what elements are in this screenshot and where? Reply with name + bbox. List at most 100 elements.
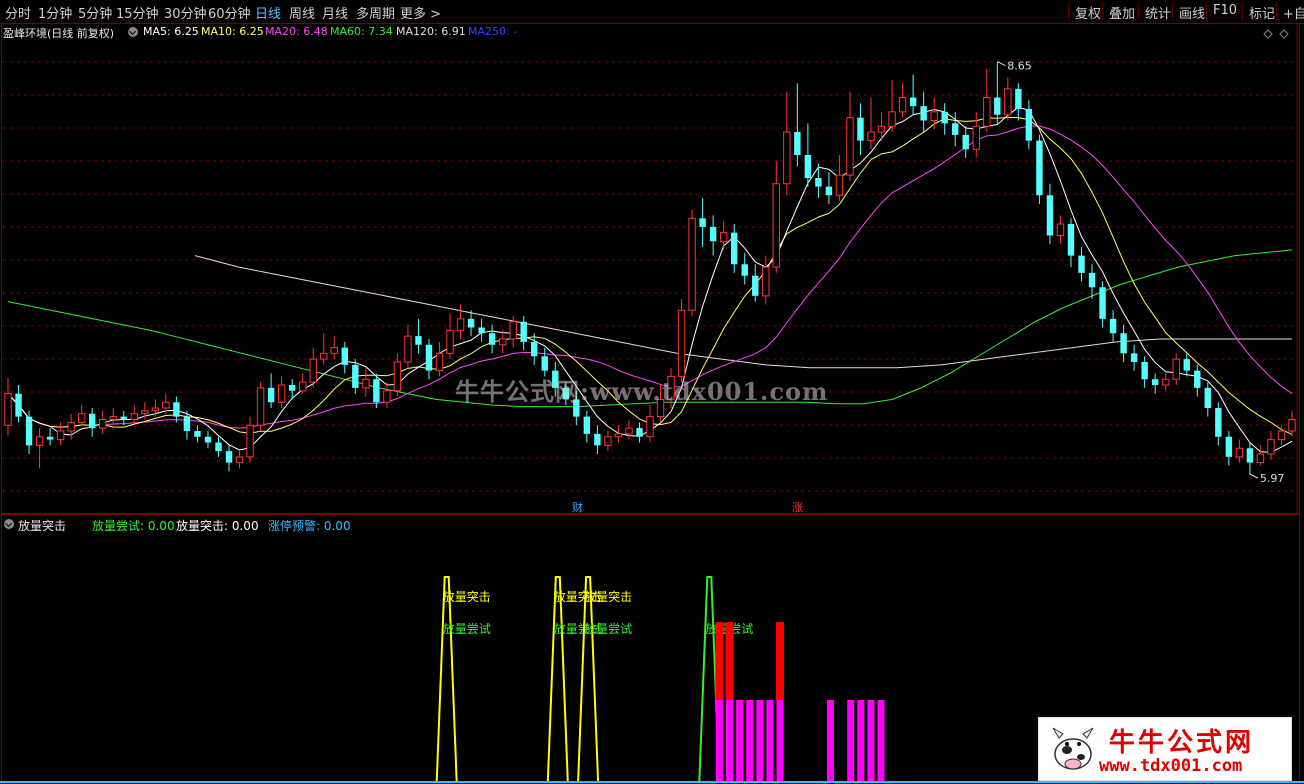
- candle-body: [1088, 272, 1096, 288]
- candle-body: [456, 318, 465, 331]
- candle: [204, 431, 212, 449]
- indicator-title: 放量突击: [18, 519, 67, 533]
- candle-body: [741, 264, 748, 276]
- volume-magenta-bar: [877, 700, 885, 782]
- changshi-spike: [698, 576, 721, 783]
- candle: [1256, 445, 1265, 466]
- candle-body: [498, 338, 507, 346]
- candle-body: [614, 433, 623, 438]
- candle: [1141, 356, 1148, 388]
- candle: [330, 336, 338, 360]
- tuji-label: 放量突击: [443, 589, 491, 604]
- candle: [277, 376, 286, 408]
- candle: [425, 339, 433, 380]
- candle-body: [1267, 439, 1275, 455]
- indicator-toggle-icon[interactable]: [4, 519, 14, 529]
- candle: [835, 155, 844, 201]
- candle-body: [1256, 453, 1265, 464]
- candle: [614, 425, 623, 443]
- candle: [215, 436, 222, 457]
- candle-body: [730, 232, 738, 265]
- candle-body: [625, 427, 633, 435]
- candle-body: [435, 352, 444, 372]
- candle: [741, 252, 748, 285]
- candle-body: [898, 97, 907, 113]
- candle: [1246, 442, 1254, 475]
- volume-magenta-bar: [736, 700, 744, 782]
- candle-body: [920, 106, 927, 121]
- candle: [1036, 134, 1043, 204]
- candle-body: [804, 155, 812, 178]
- candle-body: [341, 347, 348, 365]
- candle-body: [583, 416, 591, 434]
- low-pointer: [1249, 473, 1259, 479]
- candle: [46, 428, 54, 446]
- candle: [1130, 344, 1138, 371]
- candle-body: [952, 123, 959, 135]
- candle-body: [1067, 224, 1075, 256]
- candle-body: [688, 217, 696, 311]
- candle: [1183, 353, 1190, 377]
- candle: [1225, 431, 1233, 466]
- candle-body: [162, 401, 170, 409]
- candle: [194, 425, 201, 443]
- volume-magenta-bar: [726, 700, 733, 782]
- candle-body: [1183, 359, 1190, 371]
- candle: [709, 215, 717, 256]
- candle-body: [25, 416, 33, 446]
- volume-magenta-bar: [857, 700, 865, 782]
- volume-magenta-bar: [847, 700, 855, 782]
- candle: [478, 318, 485, 342]
- candle-body: [783, 131, 791, 185]
- candle-body: [373, 379, 380, 403]
- candle: [99, 410, 107, 434]
- candle: [752, 264, 759, 302]
- candle-body: [415, 336, 422, 345]
- candle-body: [67, 421, 75, 432]
- candle-body: [699, 218, 706, 227]
- candle: [583, 410, 591, 443]
- candle: [15, 385, 22, 423]
- candle: [930, 97, 938, 130]
- candle: [1004, 77, 1012, 121]
- candle: [867, 97, 875, 150]
- diamond-icon: [1263, 29, 1273, 39]
- candle-body: [1036, 140, 1043, 196]
- candle: [719, 221, 728, 250]
- candle-body: [425, 344, 433, 371]
- candle-body: [909, 97, 917, 107]
- candle-body: [520, 321, 527, 342]
- changshi-label: 放量尝试: [584, 621, 632, 636]
- tuji-label: 放量突击: [554, 589, 602, 604]
- candle-body: [256, 387, 265, 426]
- candle: [488, 324, 496, 354]
- candle-body: [478, 327, 485, 334]
- candle-body: [1172, 358, 1180, 380]
- candle-body: [594, 433, 601, 446]
- candle-body: [1225, 436, 1233, 457]
- candle: [130, 405, 138, 423]
- candle-body: [867, 131, 875, 142]
- candle: [783, 91, 791, 196]
- candle: [404, 324, 412, 368]
- candle-body: [404, 335, 412, 363]
- candle: [898, 83, 907, 118]
- indicator-legend-1: 放量突击: 0.00: [176, 519, 259, 533]
- candle: [56, 422, 65, 446]
- candlestick-chart[interactable]: 8.65 5.97 财 涨: [0, 0, 1304, 514]
- candle: [383, 382, 391, 408]
- candle: [1046, 183, 1054, 245]
- candle: [352, 359, 359, 394]
- candle: [1120, 324, 1127, 362]
- candle-body: [1004, 88, 1012, 116]
- candle-body: [794, 132, 801, 155]
- candle-body: [4, 393, 12, 426]
- candle: [1109, 310, 1117, 342]
- tuji-spike: [577, 576, 600, 783]
- watermark-text: 牛牛公式网:www.tdx001.com: [455, 377, 829, 406]
- candle: [815, 163, 822, 199]
- candle: [520, 316, 527, 351]
- candle-body: [835, 174, 844, 196]
- candle: [888, 80, 896, 132]
- candle-body: [815, 178, 822, 187]
